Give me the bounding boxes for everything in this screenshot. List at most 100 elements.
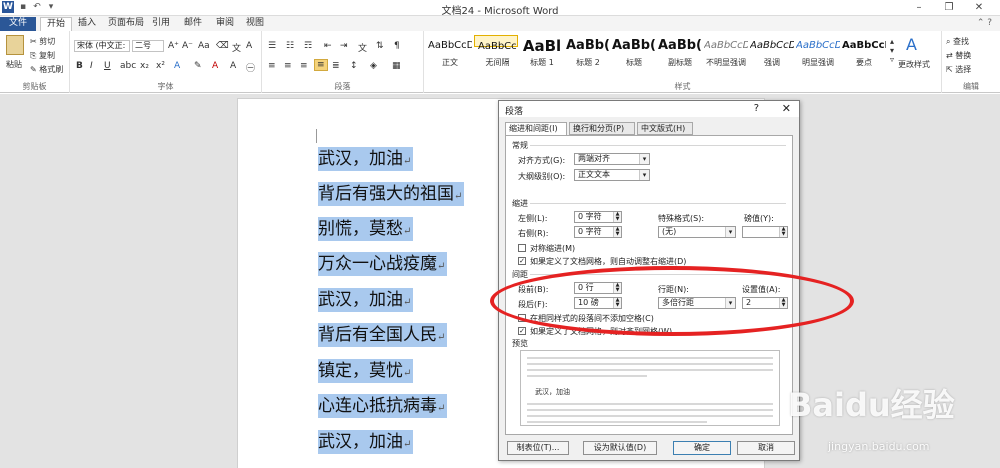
doc-line[interactable]: 别慌，莫愁↵ <box>318 217 414 241</box>
style-normal[interactable]: AaBbCcDd 正文 <box>428 35 472 73</box>
format-painter-button[interactable]: ✎ 格式刷 <box>30 64 63 75</box>
phonetic-guide-icon[interactable]: 文 <box>232 41 241 54</box>
doc-line[interactable]: 镇定，莫忧↵ <box>318 359 414 383</box>
tab-asian-typography[interactable]: 中文版式(H) <box>637 122 693 135</box>
tab-references[interactable]: 引用 <box>146 17 176 31</box>
doc-line[interactable]: 万众一心战疫魔↵ <box>318 252 448 276</box>
indent-by-spinner[interactable]: ▲ ▼ <box>742 226 788 238</box>
copy-button[interactable]: ⎘ 复制 <box>30 50 55 61</box>
borders-icon[interactable]: ▦ <box>392 61 401 71</box>
ribbon-collapse-icon[interactable]: ⌃ ? <box>977 18 992 28</box>
multilevel-list-icon[interactable]: ☶ <box>304 41 312 51</box>
increase-indent-icon[interactable]: ⇥ <box>340 41 348 51</box>
grow-font-icon[interactable]: A⁺ <box>168 41 179 51</box>
auto-right-indent-checkbox[interactable]: ✓ <box>518 257 526 265</box>
bold-icon[interactable]: B <box>76 61 83 71</box>
spinner-arrows-icon[interactable]: ▲ ▼ <box>613 212 621 222</box>
sort-icon[interactable]: ⇅ <box>376 41 384 51</box>
paste-button[interactable]: 粘贴 <box>6 59 22 70</box>
decrease-indent-icon[interactable]: ⇤ <box>324 41 332 51</box>
tab-home[interactable]: 开始 <box>40 17 73 31</box>
style-intense-emphasis[interactable]: AaBbCcDd 明显强调 <box>796 35 840 73</box>
select-button[interactable]: ⇱ 选择 <box>946 64 971 75</box>
restore-button[interactable]: ❐ <box>934 0 964 15</box>
chevron-down-icon: ▾ <box>639 170 649 180</box>
highlight-icon[interactable]: ✎ <box>194 61 202 71</box>
align-center-icon[interactable]: ≡ <box>284 61 292 71</box>
doc-line[interactable]: 背后有强大的祖国↵ <box>318 182 465 206</box>
tab-mailings[interactable]: 邮件 <box>178 17 208 31</box>
line-spacing-icon[interactable]: ↕ <box>350 61 358 71</box>
doc-line[interactable]: 武汉，加油↵ <box>318 430 414 454</box>
replace-button[interactable]: ⇄ 替换 <box>946 50 971 61</box>
clear-format-icon[interactable]: ⌫ <box>216 41 229 51</box>
strikethrough-icon[interactable]: abc <box>120 61 136 71</box>
style-strong[interactable]: AaBbCcDc 要点 <box>842 35 886 73</box>
change-styles-button[interactable]: 更改样式 <box>898 59 930 70</box>
bullets-icon[interactable]: ☰ <box>268 41 276 51</box>
cancel-button[interactable]: 取消 <box>737 441 795 455</box>
doc-line[interactable]: 背后有全国人民↵ <box>318 323 448 347</box>
style-no-spacing[interactable]: AaBbCcDd 无间隔 <box>474 35 518 67</box>
doc-line[interactable]: 武汉，加油↵ <box>318 288 414 312</box>
tabs-button[interactable]: 制表位(T)... <box>507 441 569 455</box>
styles-scroll-icon[interactable]: ▴ ▾ ▿ <box>890 37 894 64</box>
enclose-char-icon[interactable]: ㊀ <box>246 61 255 74</box>
find-button[interactable]: ⌕ 查找 <box>946 36 969 47</box>
doc-line[interactable]: 武汉，加油↵ <box>318 147 414 171</box>
align-right-icon[interactable]: ≡ <box>300 61 308 71</box>
doc-line[interactable]: 心连心抵抗病毒↵ <box>318 394 448 418</box>
tab-view[interactable]: 视图 <box>240 17 270 31</box>
font-color-icon[interactable]: A <box>212 61 218 71</box>
tab-insert[interactable]: 插入 <box>72 17 102 31</box>
left-indent-spinner[interactable]: 0 字符 ▲ ▼ <box>574 211 622 223</box>
change-styles-icon[interactable]: A <box>906 35 917 54</box>
tab-indents-spacing[interactable]: 缩进和间距(I) <box>505 122 567 136</box>
numbering-icon[interactable]: ☷ <box>286 41 294 51</box>
char-border-icon[interactable]: A <box>246 41 252 51</box>
italic-icon[interactable]: I <box>90 61 93 71</box>
paste-icon[interactable] <box>6 35 24 55</box>
paragraph-mark: ↵ <box>403 297 412 308</box>
underline-icon[interactable]: U <box>104 61 111 71</box>
style-title[interactable]: AaBb( 标题 <box>612 35 656 73</box>
text-effects-icon[interactable]: A <box>174 61 180 71</box>
tab-review[interactable]: 审阅 <box>210 17 240 31</box>
style-heading2[interactable]: AaBb( 标题 2 <box>566 35 610 73</box>
align-left-icon[interactable]: ≡ <box>268 61 276 71</box>
tab-line-page-breaks[interactable]: 换行和分页(P) <box>569 122 635 135</box>
close-window-button[interactable]: ✕ <box>964 0 994 15</box>
special-format-select[interactable]: (无) ▾ <box>658 226 736 238</box>
style-heading1[interactable]: AaBl 标题 1 <box>520 35 564 73</box>
cut-button[interactable]: ✂ 剪切 <box>30 36 55 47</box>
ok-button[interactable]: 确定 <box>673 441 731 455</box>
right-indent-spinner[interactable]: 0 字符 ▲ ▼ <box>574 226 622 238</box>
spinner-arrows-icon[interactable]: ▲ ▼ <box>613 227 621 237</box>
minimize-button[interactable]: – <box>904 0 934 15</box>
tab-page-layout[interactable]: 页面布局 <box>102 17 150 31</box>
tab-file[interactable]: 文件 <box>0 17 36 31</box>
mirror-indent-checkbox[interactable] <box>518 244 526 252</box>
font-name-select[interactable]: 宋体 (中文正: <box>74 40 130 52</box>
superscript-icon[interactable]: x² <box>156 61 165 71</box>
chinese-layout-icon[interactable]: 文 <box>358 41 367 54</box>
show-marks-icon[interactable]: ¶ <box>394 41 400 51</box>
subscript-icon[interactable]: x₂ <box>140 61 149 71</box>
change-case-icon[interactable]: Aa <box>198 41 210 51</box>
snap-to-grid-checkbox[interactable]: ✓ <box>518 327 526 335</box>
distributed-icon[interactable]: ≣ <box>332 61 340 71</box>
alignment-select[interactable]: 两端对齐 ▾ <box>574 153 650 165</box>
help-icon[interactable]: ? <box>754 103 759 114</box>
justify-icon[interactable]: ≡ <box>314 59 328 71</box>
outline-level-select[interactable]: 正文文本 ▾ <box>574 169 650 181</box>
style-subtitle[interactable]: AaBb( 副标题 <box>658 35 702 73</box>
shrink-font-icon[interactable]: A⁻ <box>182 41 193 51</box>
set-default-button[interactable]: 设为默认值(D) <box>583 441 657 455</box>
font-size-select[interactable]: 二号 <box>132 40 164 52</box>
close-icon[interactable]: ✕ <box>782 102 791 115</box>
style-emphasis[interactable]: AaBbCcDd 强调 <box>750 35 794 73</box>
style-subtle-emphasis[interactable]: AaBbCcDd 不明显强调 <box>704 35 748 73</box>
shading-icon[interactable]: ◈ <box>370 61 377 71</box>
char-shading-icon[interactable]: A <box>230 61 236 71</box>
spinner-arrows-icon[interactable]: ▲ ▼ <box>779 227 787 237</box>
